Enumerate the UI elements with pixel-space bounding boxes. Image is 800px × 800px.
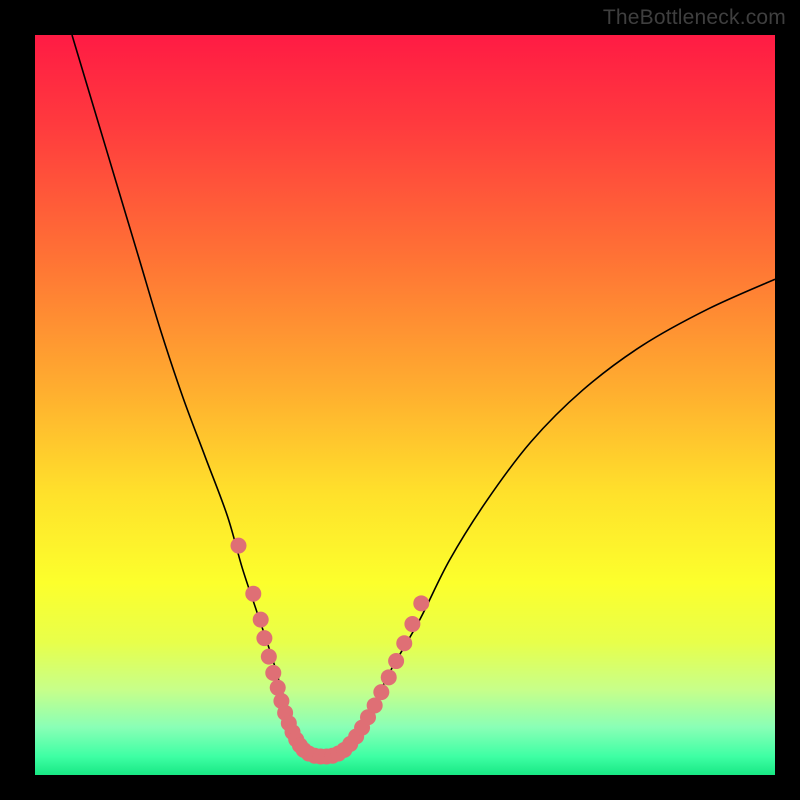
watermark-text: TheBottleneck.com — [603, 6, 786, 30]
chart-point — [396, 635, 412, 651]
chart-point — [381, 669, 397, 685]
chart-plot-area — [35, 35, 775, 775]
chart-point — [413, 595, 429, 611]
chart-point — [404, 616, 420, 632]
chart-point — [261, 649, 277, 665]
chart-svg — [35, 35, 775, 775]
chart-point — [245, 586, 261, 602]
chart-point — [373, 684, 389, 700]
chart-point — [253, 612, 269, 628]
chart-point — [256, 630, 272, 646]
chart-frame: TheBottleneck.com — [0, 0, 800, 800]
chart-point — [388, 653, 404, 669]
chart-background-gradient — [35, 35, 775, 775]
chart-point — [265, 665, 281, 681]
chart-point — [231, 538, 247, 554]
